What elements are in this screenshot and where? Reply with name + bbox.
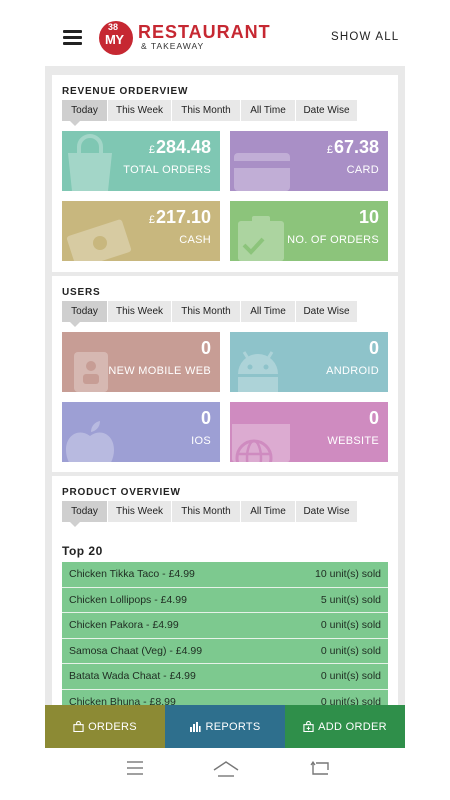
tab-today[interactable]: Today bbox=[62, 301, 108, 327]
tab-all-time[interactable]: All Time bbox=[241, 301, 296, 322]
tile-value: 10 bbox=[358, 207, 379, 227]
tile-value: 0 bbox=[200, 408, 211, 428]
website-tile[interactable]: 0 WEBSITE bbox=[230, 402, 388, 462]
card-tile[interactable]: £67.38 CARD bbox=[230, 131, 388, 191]
recent-apps-icon[interactable] bbox=[126, 761, 144, 775]
tile-label: CARD bbox=[346, 164, 379, 176]
shopping-bag-icon bbox=[73, 721, 84, 732]
logo-title: RESTAURANT bbox=[138, 22, 271, 42]
logo-badge: 38 MY bbox=[99, 21, 133, 55]
add-order-button[interactable]: ADD ORDER bbox=[285, 705, 405, 748]
system-navigation-bar bbox=[0, 748, 450, 800]
tile-label: IOS bbox=[191, 435, 211, 447]
show-all-button[interactable]: SHOW ALL bbox=[331, 31, 399, 43]
number-of-orders-tile[interactable]: 10 NO. OF ORDERS bbox=[230, 201, 388, 261]
units-sold: 0 unit(s) sold bbox=[320, 695, 381, 705]
back-icon[interactable] bbox=[310, 761, 329, 776]
tile-label: NEW MOBILE WEB bbox=[108, 365, 211, 377]
revenue-overview-card: REVENUE ORDERVIEW Today This Week This M… bbox=[52, 75, 398, 272]
tile-value: 217.10 bbox=[155, 207, 211, 227]
product-name: Chicken Bhuna - £8.99 bbox=[69, 695, 176, 705]
units-sold: 10 unit(s) sold bbox=[315, 568, 381, 581]
tile-value: 0 bbox=[368, 338, 379, 358]
globe-icon bbox=[232, 424, 290, 462]
clipboard-check-icon bbox=[238, 216, 284, 261]
revenue-title: REVENUE ORDERVIEW bbox=[62, 86, 189, 97]
ios-tile[interactable]: 0 IOS bbox=[62, 402, 220, 462]
tab-this-month[interactable]: This Month bbox=[172, 100, 241, 121]
tab-all-time[interactable]: All Time bbox=[241, 501, 296, 522]
mobile-user-icon bbox=[74, 352, 108, 392]
app-header: 38 MY RESTAURANT & TAKEAWAY SHOW ALL bbox=[0, 0, 450, 66]
product-name: Chicken Pakora - £4.99 bbox=[69, 619, 179, 632]
dashboard-content[interactable]: REVENUE ORDERVIEW Today This Week This M… bbox=[45, 66, 405, 705]
reports-button[interactable]: REPORTS bbox=[165, 705, 285, 748]
add-bag-icon bbox=[303, 721, 314, 732]
bar-chart-icon bbox=[190, 722, 202, 732]
tile-value: 0 bbox=[200, 338, 211, 358]
users-tabs: Today This Week This Month All Time Date… bbox=[62, 301, 358, 327]
cash-tile[interactable]: £217.10 CASH bbox=[62, 201, 220, 261]
product-name: Chicken Lollipops - £4.99 bbox=[69, 593, 187, 606]
tab-today[interactable]: Today bbox=[62, 501, 108, 527]
users-card: USERS Today This Week This Month All Tim… bbox=[52, 276, 398, 472]
units-sold: 0 unit(s) sold bbox=[320, 644, 381, 657]
tab-today[interactable]: Today bbox=[62, 100, 108, 126]
list-item[interactable]: Chicken Lollipops - £4.99 5 unit(s) sold bbox=[62, 587, 388, 613]
add-order-label: ADD ORDER bbox=[318, 720, 387, 733]
home-icon[interactable] bbox=[213, 761, 239, 777]
tab-all-time[interactable]: All Time bbox=[241, 100, 296, 121]
product-overview-card: PRODUCT OVERVIEW Today This Week This Mo… bbox=[52, 476, 398, 705]
tile-label: TOTAL ORDERS bbox=[123, 164, 211, 176]
units-sold: 5 unit(s) sold bbox=[320, 593, 381, 606]
apple-icon bbox=[66, 421, 114, 462]
units-sold: 0 unit(s) sold bbox=[320, 619, 381, 632]
tile-value: 284.48 bbox=[155, 137, 211, 157]
list-item[interactable]: Chicken Tikka Taco - £4.99 10 unit(s) sol… bbox=[62, 562, 388, 588]
tab-date-wise[interactable]: Date Wise bbox=[296, 501, 358, 522]
total-orders-tile[interactable]: £284.48 TOTAL ORDERS bbox=[62, 131, 220, 191]
tile-label: ANDROID bbox=[326, 365, 379, 377]
tile-value: 67.38 bbox=[333, 137, 379, 157]
tile-value: 0 bbox=[368, 408, 379, 428]
list-item[interactable]: Samosa Chaat (Veg) - £4.99 0 unit(s) sold bbox=[62, 638, 388, 664]
revenue-tabs: Today This Week This Month All Time Date… bbox=[62, 100, 358, 126]
bottom-nav: ORDERS REPORTS ADD ORDER bbox=[45, 705, 405, 748]
tab-this-week[interactable]: This Week bbox=[108, 100, 172, 121]
android-tile[interactable]: 0 ANDROID bbox=[230, 332, 388, 392]
restaurant-logo: 38 MY RESTAURANT & TAKEAWAY bbox=[97, 19, 297, 55]
product-name: Batata Wada Chaat - £4.99 bbox=[69, 670, 196, 683]
product-title: PRODUCT OVERVIEW bbox=[62, 487, 181, 498]
list-item[interactable]: Chicken Pakora - £4.99 0 unit(s) sold bbox=[62, 613, 388, 639]
orders-button[interactable]: ORDERS bbox=[45, 705, 165, 748]
shopping-bag-icon bbox=[68, 134, 112, 191]
tab-date-wise[interactable]: Date Wise bbox=[296, 301, 358, 322]
tile-label: NO. OF ORDERS bbox=[287, 234, 379, 246]
tab-this-month[interactable]: This Month bbox=[172, 301, 241, 322]
units-sold: 0 unit(s) sold bbox=[320, 670, 381, 683]
list-item[interactable]: Chicken Bhuna - £8.99 0 unit(s) sold bbox=[62, 689, 388, 705]
menu-icon[interactable] bbox=[63, 30, 82, 45]
credit-card-icon bbox=[234, 153, 290, 191]
android-icon bbox=[238, 351, 278, 392]
list-item[interactable]: Batata Wada Chaat - £4.99 0 unit(s) sold bbox=[62, 664, 388, 690]
tile-label: WEBSITE bbox=[327, 435, 379, 447]
tile-label: CASH bbox=[179, 234, 211, 246]
orders-label: ORDERS bbox=[88, 720, 137, 733]
new-mobile-web-tile[interactable]: 0 NEW MOBILE WEB bbox=[62, 332, 220, 392]
cash-icon bbox=[66, 219, 132, 261]
tab-this-month[interactable]: This Month bbox=[172, 501, 241, 522]
tab-this-week[interactable]: This Week bbox=[108, 501, 172, 522]
product-list: Chicken Tikka Taco - £4.99 10 unit(s) sol… bbox=[62, 562, 388, 705]
tab-this-week[interactable]: This Week bbox=[108, 301, 172, 322]
logo-subtitle: & TAKEAWAY bbox=[141, 41, 205, 51]
top-20-heading: Top 20 bbox=[62, 544, 103, 558]
product-name: Samosa Chaat (Veg) - £4.99 bbox=[69, 644, 203, 657]
users-title: USERS bbox=[62, 287, 101, 298]
tab-date-wise[interactable]: Date Wise bbox=[296, 100, 358, 121]
product-name: Chicken Tikka Taco - £4.99 bbox=[69, 568, 195, 581]
product-tabs: Today This Week This Month All Time Date… bbox=[62, 501, 358, 527]
reports-label: REPORTS bbox=[205, 720, 261, 733]
